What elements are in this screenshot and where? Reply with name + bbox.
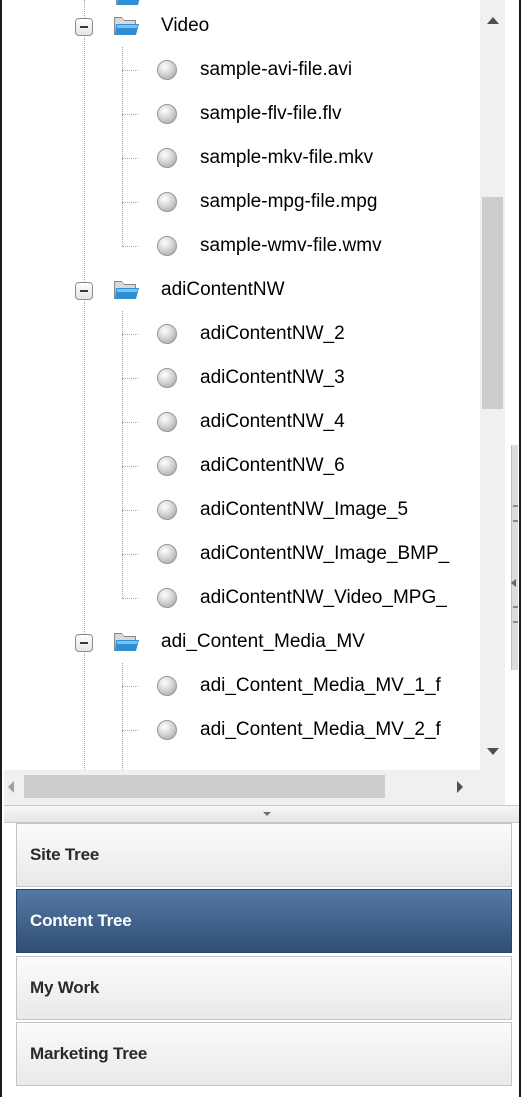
horizontal-scrollbar[interactable] (4, 770, 480, 805)
tree-node-label[interactable]: adiContentNW_4 (200, 411, 345, 433)
tree-node-label[interactable]: adiContentNW_Video_MPG_ (200, 587, 447, 609)
tree-item-node[interactable]: sample-wmv-file.wmv (4, 224, 480, 268)
collapse-minus-icon[interactable] (75, 18, 93, 36)
panel-splitter[interactable] (505, 0, 519, 805)
tree-folder-node[interactable]: adi_Content_Media_MV (4, 620, 480, 664)
grip-tick (513, 621, 518, 623)
tree-connector-line (122, 114, 138, 115)
tree-item-node[interactable]: adiContentNW_3 (4, 356, 480, 400)
grip-tick (513, 505, 518, 507)
tree-folder-node[interactable]: Video (4, 4, 480, 48)
tree-item-node[interactable]: sample-mkv-file.mkv (4, 136, 480, 180)
tree-item-node[interactable]: sample-flv-file.flv (4, 92, 480, 136)
content-tree-panel: Video sample-avi-file.avi sample-flv-file.… (0, 0, 521, 1097)
horizontal-scroll-thumb[interactable] (24, 775, 385, 798)
tree-node-label[interactable]: sample-flv-file.flv (200, 103, 341, 125)
tree-item-node[interactable]: sample-avi-file.avi (4, 48, 480, 92)
scrollbar-corner (480, 770, 505, 805)
tree-connector-line (122, 202, 138, 203)
gray-bullet-icon (157, 544, 177, 564)
gray-bullet-icon (157, 412, 177, 432)
nav-content-tree[interactable]: Content Tree (16, 889, 512, 953)
nav-my-work[interactable]: My Work (16, 956, 512, 1020)
tree-connector-line (122, 422, 138, 423)
tree-node-label[interactable]: adiContentNW_3 (200, 367, 345, 389)
folder-open-icon (112, 628, 140, 654)
tree-node-label[interactable]: sample-mkv-file.mkv (200, 147, 373, 169)
gray-bullet-icon (157, 60, 177, 80)
gray-bullet-icon (157, 720, 177, 740)
collapse-down-arrow-icon[interactable] (263, 812, 271, 816)
scroll-left-arrow-icon[interactable] (8, 781, 14, 793)
tree-item-node[interactable]: adiContentNW_Image_BMP_ (4, 532, 480, 576)
tree-node-label[interactable]: Video (161, 15, 209, 37)
tree-item-node[interactable]: adi_Content_Media_MV_2_f (4, 708, 480, 752)
tree-item-node[interactable]: adiContentNW_Image_5 (4, 488, 480, 532)
nav-label: My Work (30, 978, 100, 997)
content-tree: Video sample-avi-file.avi sample-flv-file.… (4, 0, 480, 770)
tree-node-label[interactable]: adiContentNW_2 (200, 323, 345, 345)
tree-node-label[interactable]: adiContentNW_6 (200, 455, 345, 477)
nav-label: Marketing Tree (30, 1044, 148, 1063)
gray-bullet-icon (157, 500, 177, 520)
gray-bullet-icon (157, 236, 177, 256)
tree-connector-line (122, 158, 138, 159)
grip-tick (513, 606, 518, 608)
folder-open-icon (112, 12, 140, 38)
tree-item-node[interactable]: adi_Content_Media_MV_1_f (4, 664, 480, 708)
vertical-scrollbar[interactable] (480, 0, 505, 770)
gray-bullet-icon (157, 588, 177, 608)
gray-bullet-icon (157, 148, 177, 168)
scroll-right-arrow-icon[interactable] (457, 781, 463, 793)
nav-label: Content Tree (30, 911, 132, 930)
scroll-up-arrow-icon[interactable] (487, 17, 499, 24)
nav-site-tree[interactable]: Site Tree (16, 823, 512, 887)
vertical-scroll-thumb[interactable] (482, 197, 503, 409)
tree-connector-line (122, 334, 138, 335)
tree-node-label[interactable]: adi_Content_Media_MV_1_f (200, 675, 441, 697)
tree-node-label[interactable]: adi_Content_Media_MV (161, 631, 365, 653)
collapse-minus-icon[interactable] (75, 282, 93, 300)
tree-connector-line (122, 378, 138, 379)
tree-item-node[interactable]: adiContentNW_Video_MPG_ (4, 576, 480, 620)
tree-item-node[interactable]: sample-mpg-file.mpg (4, 180, 480, 224)
tree-node-label[interactable]: sample-mpg-file.mpg (200, 191, 377, 213)
nav-label: Site Tree (30, 845, 100, 864)
folder-open-icon (112, 276, 140, 302)
collapse-minus-icon[interactable] (75, 634, 93, 652)
tree-item-node[interactable]: adiContentNW_2 (4, 312, 480, 356)
tree-connector-line (122, 686, 138, 687)
tree-node-label[interactable]: adiContentNW_Image_BMP_ (200, 543, 449, 565)
tree-connector-line (122, 47, 123, 246)
collapse-left-arrow-icon[interactable] (511, 579, 516, 587)
tree-connector-line (122, 554, 138, 555)
tree-connector-line (122, 730, 138, 731)
tree-node-label[interactable]: sample-wmv-file.wmv (200, 235, 382, 257)
panel-collapse-bar[interactable] (4, 805, 519, 823)
grip-tick (513, 520, 518, 522)
tree-folder-node[interactable]: adiContentNW (4, 268, 480, 312)
gray-bullet-icon (157, 192, 177, 212)
tree-node-label[interactable]: adi_Content_Media_MV_2_f (200, 719, 441, 741)
splitter-grip[interactable] (511, 445, 518, 670)
gray-bullet-icon (157, 324, 177, 344)
nav-marketing-tree[interactable]: Marketing Tree (16, 1022, 512, 1086)
tree-connector-line (122, 246, 138, 247)
tree-item-node[interactable]: adiContentNW_6 (4, 444, 480, 488)
tree-connector-line (122, 311, 123, 598)
gray-bullet-icon (157, 676, 177, 696)
tree-connector-line (122, 70, 138, 71)
gray-bullet-icon (157, 368, 177, 388)
tree-item-node[interactable]: adiContentNW_4 (4, 400, 480, 444)
tree-connector-line (122, 466, 138, 467)
tree-node-label[interactable]: adiContentNW_Image_5 (200, 499, 408, 521)
tree-connector-line (122, 510, 138, 511)
tree-connector-line (122, 598, 138, 599)
tree-node-label[interactable]: sample-avi-file.avi (200, 59, 352, 81)
gray-bullet-icon (157, 104, 177, 124)
gray-bullet-icon (157, 456, 177, 476)
tree-node-label[interactable]: adiContentNW (161, 279, 285, 301)
scroll-down-arrow-icon[interactable] (487, 748, 499, 755)
